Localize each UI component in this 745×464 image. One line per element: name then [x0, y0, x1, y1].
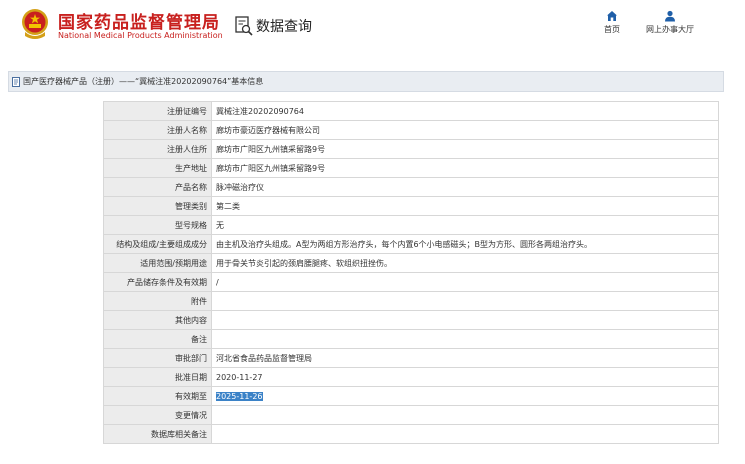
row-label: 注册人名称 [103, 120, 212, 140]
table-row: 注册证编号 冀械注准20202090764 [103, 101, 719, 121]
row-label: 其他内容 [103, 310, 212, 330]
table-row: 有效期至 2025-11-26 [103, 386, 719, 406]
table-row: 结构及组成/主要组成成分 由主机及治疗头组成。A型为两组方形治疗头，每个内置6个小… [103, 234, 719, 254]
row-value: 2020-11-27 [211, 367, 719, 387]
row-label: 产品名称 [103, 177, 212, 197]
row-label: 数据库相关备注 [103, 424, 212, 444]
home-icon [598, 10, 626, 22]
row-label: 有效期至 [103, 386, 212, 406]
site-header: 国家药品监督管理局 National Medical Products Admi… [0, 0, 745, 58]
row-value: 廊坊市豪迈医疗器械有限公司 [211, 120, 719, 140]
row-value: 用于骨关节炎引起的颈肩腰腿疼、软组织扭挫伤。 [211, 253, 719, 273]
data-query-label: 数据查询 [256, 19, 312, 35]
table-row: 批准日期 2020-11-27 [103, 367, 719, 387]
site-logo-title[interactable]: 国家药品监督管理局 [58, 8, 220, 33]
nav-home-label: 首页 [604, 25, 620, 34]
site-logo-subtitle: National Medical Products Administration [58, 31, 223, 40]
row-label: 附件 [103, 291, 212, 311]
table-row: 其他内容 [103, 310, 719, 330]
table-row: 审批部门 河北省食品药品监督管理局 [103, 348, 719, 368]
document-icon [12, 76, 21, 87]
row-value [211, 291, 719, 311]
row-label: 备注 [103, 329, 212, 349]
row-value: 河北省食品药品监督管理局 [211, 348, 719, 368]
row-label: 注册证编号 [103, 101, 212, 121]
row-label: 结构及组成/主要组成成分 [103, 234, 212, 254]
registration-detail-table: 注册证编号 冀械注准20202090764 注册人名称 廊坊市豪迈医疗器械有限公司 … [103, 101, 719, 444]
row-label: 批准日期 [103, 367, 212, 387]
row-label: 生产地址 [103, 158, 212, 178]
table-row: 生产地址 廊坊市广阳区九州镇采留路9号 [103, 158, 719, 178]
row-label: 型号规格 [103, 215, 212, 235]
row-label: 适用范围/预期用途 [103, 253, 212, 273]
selected-expiry-date[interactable]: 2025-11-26 [216, 391, 263, 401]
row-value [211, 405, 719, 425]
table-row: 备注 [103, 329, 719, 349]
row-value [211, 424, 719, 444]
nav-online-service-hall-label: 网上办事大厅 [646, 25, 694, 34]
nav-online-service-hall[interactable]: 网上办事大厅 [640, 10, 700, 35]
table-row: 管理类别 第二类 [103, 196, 719, 216]
user-icon [640, 10, 700, 22]
row-value [211, 310, 719, 330]
row-label: 产品储存条件及有效期 [103, 272, 212, 292]
table-row: 数据库相关备注 [103, 424, 719, 444]
row-value: 廊坊市广阳区九州镇采留路9号 [211, 139, 719, 159]
table-row: 注册人名称 廊坊市豪迈医疗器械有限公司 [103, 120, 719, 140]
table-row: 附件 [103, 291, 719, 311]
row-label: 审批部门 [103, 348, 212, 368]
data-query-title: 数据查询 [235, 15, 312, 37]
data-query-icon [235, 16, 253, 36]
row-label: 注册人住所 [103, 139, 212, 159]
row-value: 由主机及治疗头组成。A型为两组方形治疗头，每个内置6个小电感磁头；B型为方形、圆… [211, 234, 719, 254]
table-row: 变更情况 [103, 405, 719, 425]
row-value [211, 329, 719, 349]
table-row: 型号规格无 [103, 215, 719, 235]
row-value: 廊坊市广阳区九州镇采留路9号 [211, 158, 719, 178]
breadcrumb-text: 国产医疗器械产品（注册）——“冀械注准20202090764”基本信息 [23, 77, 264, 86]
table-row: 注册人住所 廊坊市广阳区九州镇采留路9号 [103, 139, 719, 159]
row-value: 脉冲磁治疗仪 [211, 177, 719, 197]
row-value[interactable]: 2025-11-26 [211, 386, 719, 406]
table-row: 产品名称 脉冲磁治疗仪 [103, 177, 719, 197]
row-value: 无 [211, 215, 719, 235]
row-label: 变更情况 [103, 405, 212, 425]
nav-home[interactable]: 首页 [598, 10, 626, 35]
breadcrumb: 国产医疗器械产品（注册）——“冀械注准20202090764”基本信息 [8, 71, 724, 92]
row-value: / [211, 272, 719, 292]
national-emblem-icon[interactable] [20, 8, 50, 42]
table-row: 适用范围/预期用途 用于骨关节炎引起的颈肩腰腿疼、软组织扭挫伤。 [103, 253, 719, 273]
row-label: 管理类别 [103, 196, 212, 216]
row-value: 第二类 [211, 196, 719, 216]
row-value: 冀械注准20202090764 [211, 101, 719, 121]
table-row: 产品储存条件及有效期 / [103, 272, 719, 292]
